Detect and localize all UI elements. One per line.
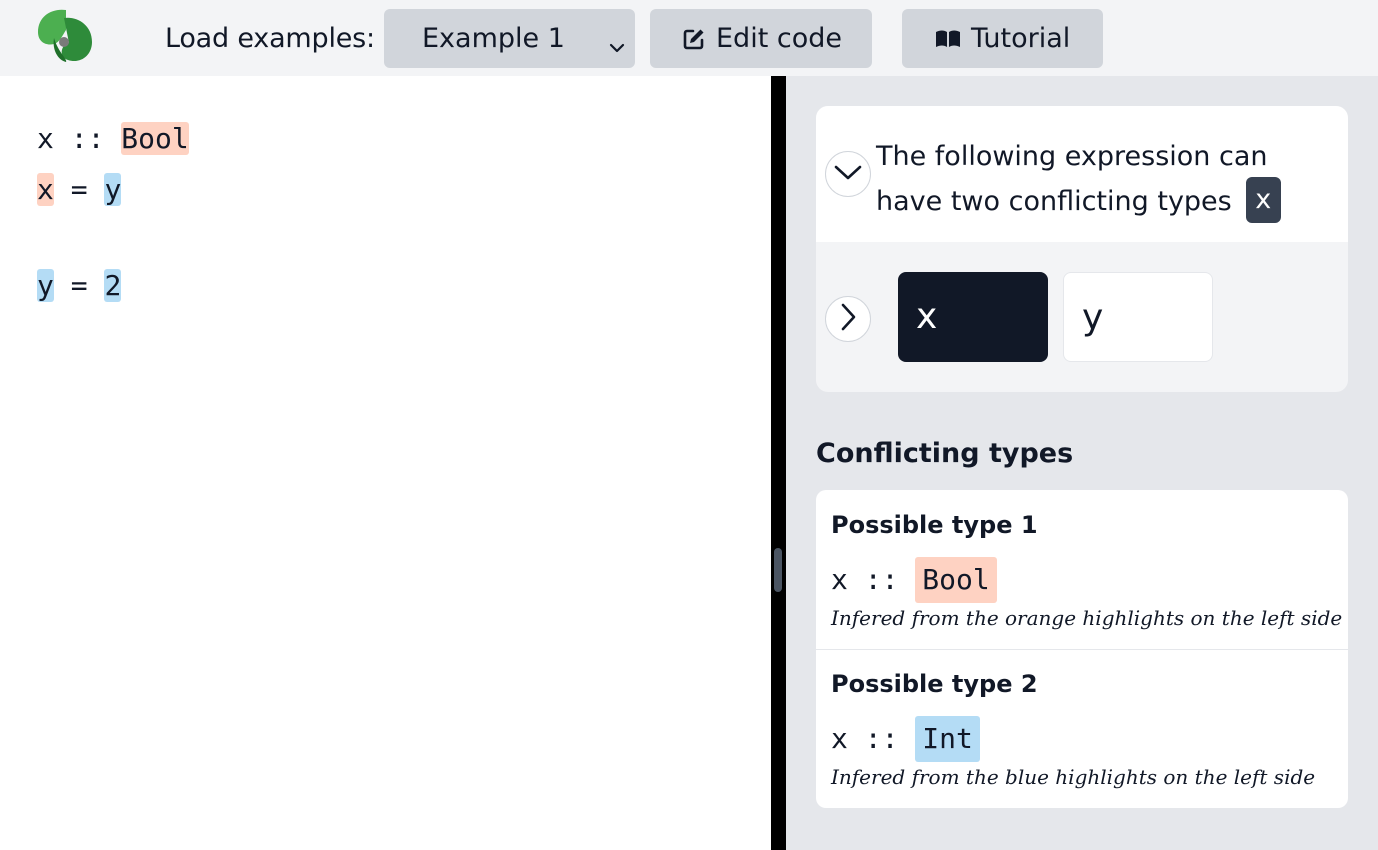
code-line-1: x :: Bool (37, 117, 189, 161)
edit-code-button[interactable]: Edit code (650, 9, 872, 68)
type-2-sep: :: (864, 722, 899, 755)
chevron-down-icon (609, 31, 625, 53)
type-1-var: x (831, 563, 848, 596)
book-icon (935, 29, 961, 49)
code-line-2: x = y (37, 168, 122, 212)
code-token-highlight-blue[interactable]: y (104, 173, 122, 206)
type-2-type[interactable]: Int (915, 716, 980, 762)
type-2-var: x (831, 722, 848, 755)
conflicting-types-card: Possible type 1 x :: Bool Infered from t… (816, 490, 1348, 808)
chevron-right-icon (838, 302, 858, 336)
tutorial-button[interactable]: Tutorial (902, 9, 1103, 68)
expression-chip[interactable]: y (1063, 272, 1213, 362)
type-2-title: Possible type 2 (831, 670, 1038, 698)
code-token: = (53, 269, 105, 302)
expand-button[interactable] (825, 296, 871, 342)
chevron-down-icon (833, 162, 863, 186)
conflict-message-text: The following expression can have two co… (876, 141, 1268, 217)
divider-drag-handle[interactable] (774, 548, 782, 592)
example-select[interactable]: Example 1 (384, 9, 635, 68)
type-1-type[interactable]: Bool (915, 557, 997, 603)
load-examples-label: Load examples: (165, 23, 375, 54)
conflicting-types-heading: Conflicting types (816, 438, 1074, 469)
code-token-highlight-orange[interactable]: Bool (121, 122, 189, 155)
logo-icon (36, 8, 94, 64)
pane-divider[interactable] (771, 76, 786, 850)
expression-badge: x (1245, 176, 1281, 223)
top-toolbar: Load examples: Example 1 Edit code Tutor… (0, 0, 1378, 76)
collapse-button[interactable] (825, 151, 871, 197)
conflict-card-header: The following expression can have two co… (816, 106, 1348, 242)
type-1-signature: x :: Bool (831, 557, 997, 603)
type-2-signature: x :: Int (831, 716, 980, 762)
tutorial-label: Tutorial (971, 23, 1071, 54)
type-separator (816, 649, 1348, 650)
conflict-card: The following expression can have two co… (816, 106, 1348, 392)
type-1-title: Possible type 1 (831, 511, 1038, 539)
example-select-value: Example 1 (422, 23, 565, 54)
edit-code-label: Edit code (716, 23, 842, 54)
conflict-message: The following expression can have two co… (876, 134, 1316, 226)
code-token-highlight-blue[interactable]: y (37, 269, 54, 302)
type-2-note: Infered from the blue highlights on the … (831, 765, 1316, 789)
code-token-highlight-blue[interactable]: 2 (104, 269, 122, 302)
type-1-sep: :: (864, 563, 899, 596)
expression-chip-selected[interactable]: x (898, 272, 1048, 362)
edit-icon (682, 27, 706, 51)
code-line-4: y = 2 (37, 264, 122, 308)
code-token: = (53, 173, 105, 206)
code-token: x :: (37, 122, 122, 155)
type-1-note: Infered from the orange highlights on th… (831, 606, 1343, 630)
code-token-highlight-orange[interactable]: x (37, 173, 54, 206)
code-editor[interactable]: x :: Bool x = y y = 2 (0, 76, 771, 850)
